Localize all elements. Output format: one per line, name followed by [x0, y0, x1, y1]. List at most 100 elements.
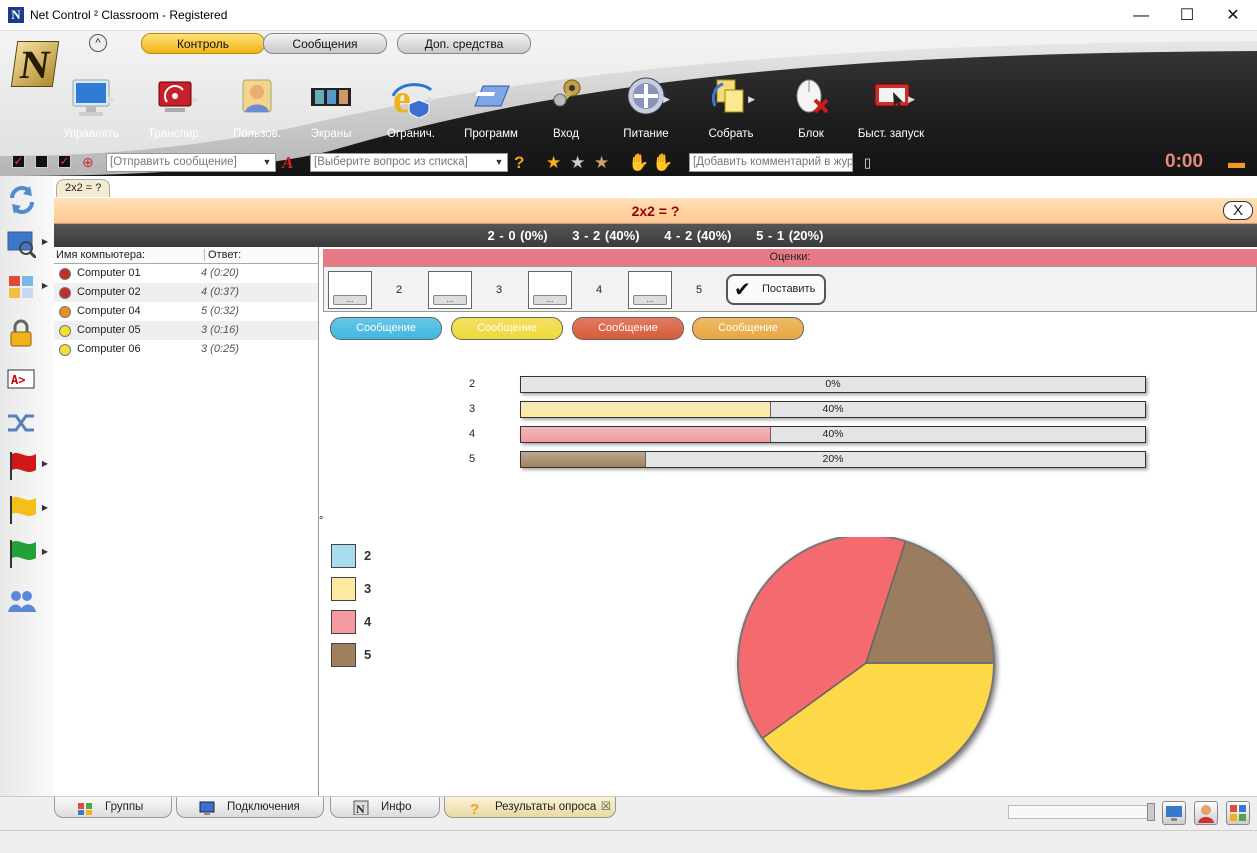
grade-slot-button[interactable]: ... [333, 295, 367, 305]
bottom-tab-groups[interactable]: Группы [54, 797, 172, 818]
grade-slot[interactable]: ... [528, 271, 572, 309]
view-users-button[interactable] [1194, 801, 1218, 825]
grade-slot[interactable]: ... [328, 271, 372, 309]
restrict-tool-button[interactable]: e ▶ Огранич. [376, 76, 446, 146]
login-tool-button[interactable]: Вход [531, 76, 601, 146]
summary-item: 4 - 2 (40%) [664, 228, 732, 243]
bottom-tab-info[interactable]: N Инфо [330, 797, 440, 818]
refresh-button[interactable] [4, 182, 50, 218]
timer-display: 0:00 [1165, 151, 1204, 172]
computer-row[interactable]: Computer 06 3 (0:25) [54, 340, 318, 359]
screens-tool-button[interactable]: Экраны [296, 76, 366, 146]
bar-row: 5 20% [469, 451, 1149, 469]
computer-row[interactable]: Computer 01 4 (0:20) [54, 264, 318, 283]
programs-tool-button[interactable]: Программ [456, 76, 526, 146]
red-flag-button[interactable]: ▶ [4, 448, 50, 484]
green-flag-button[interactable]: ▶ [4, 536, 50, 572]
message-button[interactable]: Сообщение [572, 317, 684, 340]
lower-hand-icon[interactable]: ✋ [652, 153, 673, 172]
grade-slot-button[interactable]: ... [433, 295, 467, 305]
send-message-combo[interactable]: [Отправить сообщение] ▼ [106, 153, 276, 172]
zoom-slider[interactable] [1008, 803, 1155, 821]
log-comment-input[interactable]: [Добавить комментарий в журн [689, 153, 853, 172]
set-grades-button[interactable]: ✔ Поставить [726, 274, 826, 305]
bar-track: 40% [520, 426, 1146, 443]
palette-icon [1230, 805, 1246, 821]
view-computers-button[interactable] [1162, 801, 1186, 825]
list-header: Имя компьютера: Ответ: [54, 247, 318, 264]
grade-slot[interactable]: ... [628, 271, 672, 309]
grade-slot[interactable]: ... [428, 271, 472, 309]
yellow-flag-button[interactable]: ▶ [4, 492, 50, 528]
close-tab-icon[interactable]: ☒ [601, 797, 611, 818]
bar-value-label: 40% [822, 428, 844, 440]
font-style-icon[interactable]: A [282, 153, 293, 172]
slider-thumb[interactable] [1147, 803, 1155, 821]
briefcase-icon[interactable]: ▬ [1228, 153, 1245, 172]
collect-tool-button[interactable]: ▶ Собрать [696, 76, 766, 146]
user-icon [1198, 805, 1214, 823]
document-tab[interactable]: 2x2 = ? [56, 179, 111, 197]
status-dot-icon [59, 344, 71, 356]
command-prompt-button[interactable]: A> [4, 362, 50, 398]
group-users-button[interactable] [4, 582, 50, 618]
message-button[interactable]: Сообщение [451, 317, 563, 340]
star-bronze-icon[interactable]: ★ [594, 153, 609, 172]
status-dot-icon [59, 287, 71, 299]
question-icon[interactable]: ? [514, 153, 524, 172]
star-gold-icon[interactable]: ★ [546, 153, 561, 172]
select-none-checkbox[interactable] [35, 155, 48, 168]
select-all-checkbox[interactable]: ✓ [12, 155, 25, 168]
legend-swatch [331, 544, 356, 568]
close-button[interactable]: ✕ [1210, 0, 1256, 31]
close-poll-button[interactable]: X [1223, 201, 1253, 220]
maximize-button[interactable]: ☐ [1164, 0, 1210, 31]
computer-answer: 5 (0:32) [201, 305, 239, 317]
bar-value-label: 0% [825, 378, 841, 390]
command-prompt-icon: A> [7, 369, 35, 389]
question-select-combo[interactable]: [Выберите вопрос из списка] ▼ [310, 153, 508, 172]
raise-hand-icon[interactable]: ✋ [628, 153, 649, 172]
view-tiles-button[interactable] [1226, 801, 1250, 825]
question-header: 2x2 = ? X [54, 198, 1257, 224]
message-button[interactable]: Сообщение [692, 317, 804, 340]
quick-launch-tool-button[interactable]: ▶ Быст. запуск [856, 76, 926, 146]
broadcast-tool-button[interactable]: ▶ Транслир. [140, 76, 210, 146]
manage-tool-button[interactable]: ▶ Управлять [56, 76, 126, 146]
users-tool-button[interactable]: Пользов. [222, 76, 292, 146]
message-button[interactable]: Сообщение [330, 317, 442, 340]
legend-label: 3 [364, 581, 372, 596]
computer-row[interactable]: Computer 05 3 (0:16) [54, 321, 318, 340]
chevron-down-icon: ▼ [262, 157, 272, 167]
windows-button[interactable]: ▶ [4, 270, 50, 306]
minimize-button[interactable]: — [1118, 0, 1164, 31]
legend-item: 3 [331, 577, 391, 603]
legend-swatch [331, 610, 356, 634]
windows-grid-icon [9, 276, 33, 298]
shuffle-button[interactable] [4, 406, 50, 442]
column-header-name[interactable]: Имя компьютера: [56, 249, 145, 261]
grade-slot-button[interactable]: ... [533, 295, 567, 305]
network-icon[interactable]: ⊕ [82, 153, 94, 172]
star-silver-icon[interactable]: ★ [570, 153, 585, 172]
grades-and-charts: Оценки: ... 2 ... 3 ... 4 ... 5 ✔ Постав… [319, 247, 1257, 796]
bottom-tab-poll-results[interactable]: ? Результаты опроса ☒ [444, 797, 616, 818]
computer-answer: 4 (0:37) [201, 286, 239, 298]
grade-slot-button[interactable]: ... [633, 295, 667, 305]
computer-row[interactable]: Computer 04 5 (0:32) [54, 302, 318, 321]
bar-track: 40% [520, 401, 1146, 418]
tab-extra-tools[interactable]: Доп. средства [397, 33, 531, 54]
block-tool-button[interactable]: Блок [776, 76, 846, 146]
block-mouse-icon [789, 76, 833, 118]
invert-selection-checkbox[interactable]: ✓ [58, 155, 71, 168]
collapse-ribbon-button[interactable]: ^ [89, 34, 107, 52]
power-tool-button[interactable]: ▶ Питание [611, 76, 681, 146]
lock-button[interactable] [4, 316, 50, 352]
column-header-answer[interactable]: Ответ: [204, 249, 241, 261]
tab-messages[interactable]: Сообщения [263, 33, 387, 54]
note-icon[interactable]: ▯ [864, 153, 871, 172]
tab-control[interactable]: Контроль [141, 33, 265, 54]
bottom-tab-connections[interactable]: Подключения [176, 797, 324, 818]
computer-row[interactable]: Computer 02 4 (0:37) [54, 283, 318, 302]
remote-view-button[interactable]: ▶ [4, 226, 50, 262]
